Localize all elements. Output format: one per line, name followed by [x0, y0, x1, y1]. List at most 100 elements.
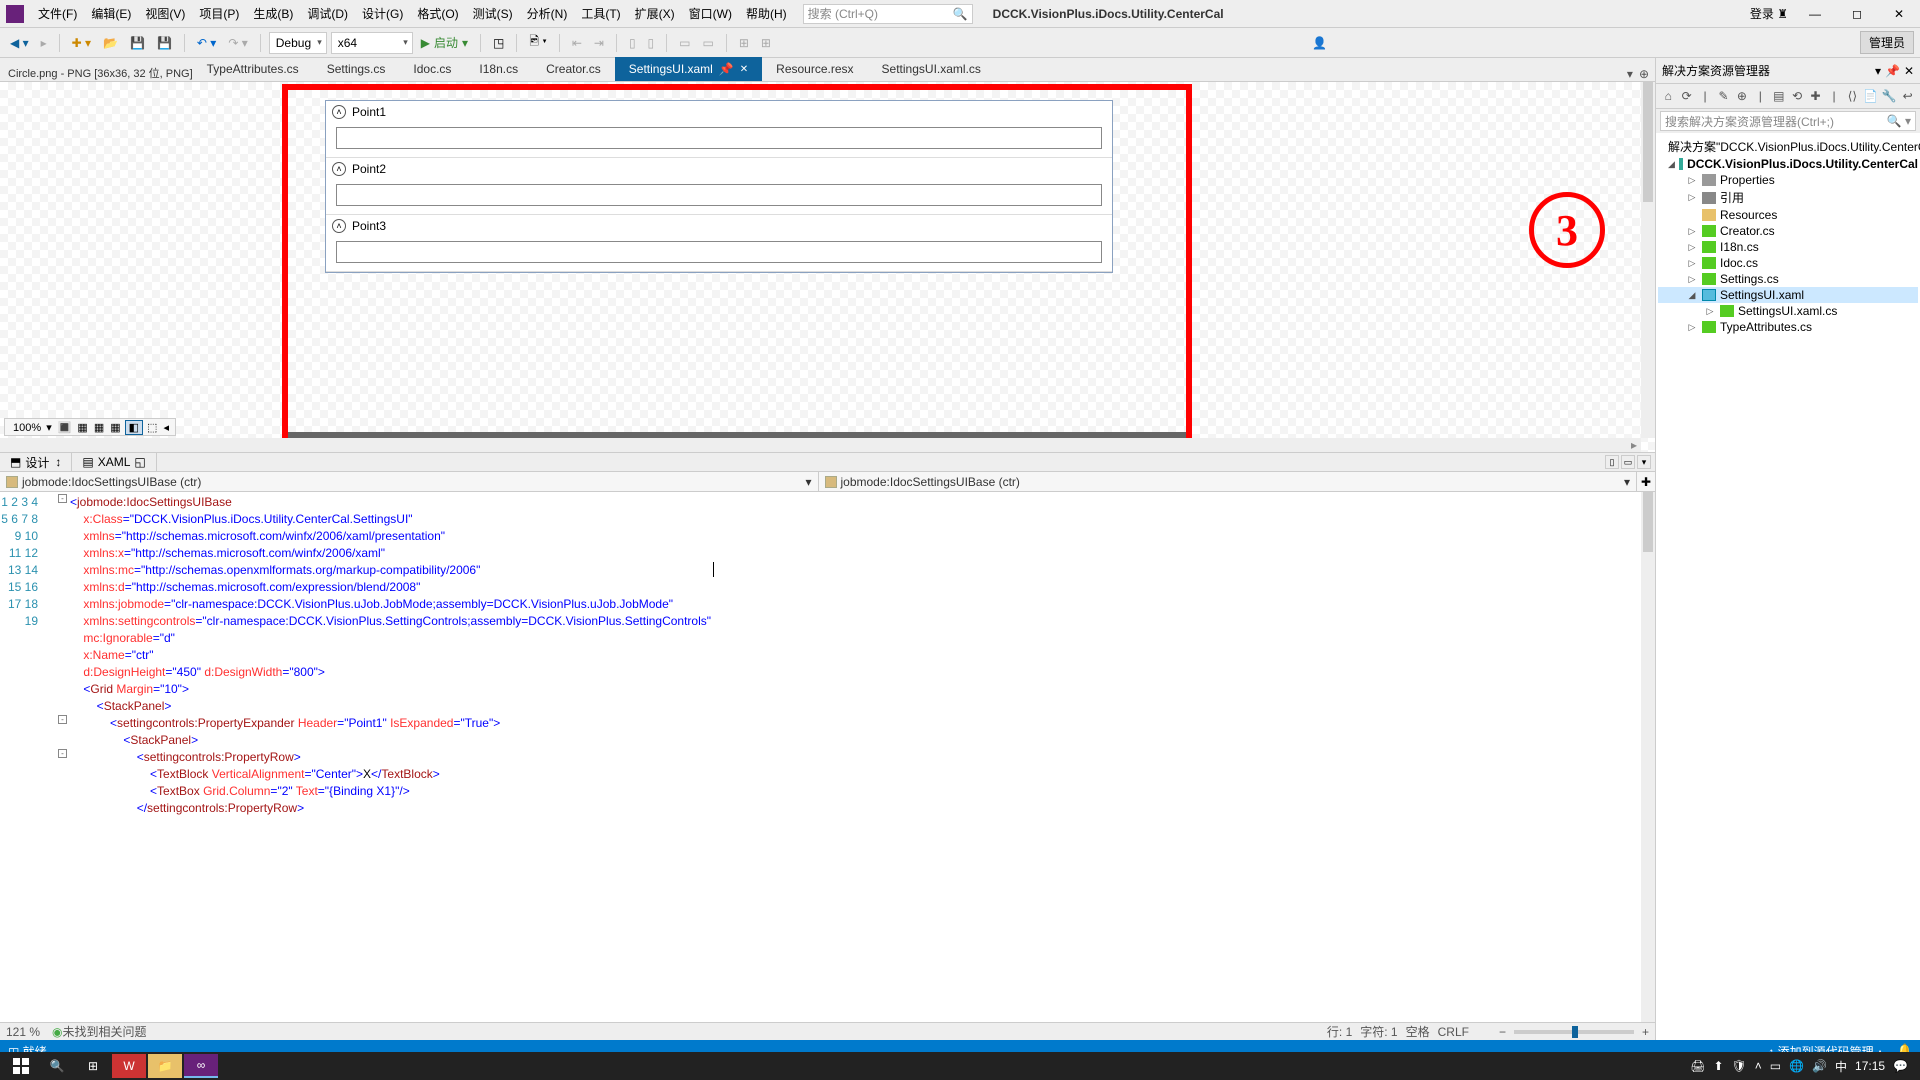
zoom-tool-3[interactable]: ▦: [92, 421, 106, 434]
tab-idoc-cs[interactable]: Idoc.cs: [399, 57, 465, 81]
tab-typeattributes[interactable]: TypeAttributes.cs: [193, 57, 313, 81]
settings-node[interactable]: Settings.cs: [1720, 272, 1779, 286]
menu-test[interactable]: 测试(S): [467, 1, 519, 26]
zoom-tool-6[interactable]: ⬚: [145, 421, 159, 434]
menu-analyze[interactable]: 分析(N): [521, 1, 574, 26]
xaml-code-editor[interactable]: 1 2 3 4 5 6 7 8 9 10 11 12 13 14 15 16 1…: [0, 492, 1655, 1022]
zoom-tool-1[interactable]: 🔳: [56, 421, 74, 434]
redo-button[interactable]: ↷ ▾: [224, 34, 251, 52]
start-debug-button[interactable]: 启动 ▾: [417, 32, 472, 53]
tab-i18n-cs[interactable]: I18n.cs: [465, 57, 532, 81]
tab-overflow-button[interactable]: ▾: [1627, 67, 1633, 81]
close-button[interactable]: ✕: [1884, 7, 1914, 21]
nav-fwd-button[interactable]: ▸: [37, 34, 51, 52]
sol-tb-6[interactable]: ⟲: [1789, 89, 1805, 103]
tab-resource-resx[interactable]: Resource.resx: [762, 57, 867, 81]
nav-right-combo[interactable]: jobmode:IdocSettingsUIBase (ctr)▾: [819, 472, 1638, 491]
taskbar-search-icon[interactable]: 🔍: [40, 1054, 74, 1078]
save-all-button[interactable]: 💾: [153, 34, 176, 52]
chevron-up-icon[interactable]: ˄: [332, 105, 346, 119]
nav-back-button[interactable]: ◀ ▾: [6, 34, 33, 52]
solution-node[interactable]: 解决方案"DCCK.VisionPlus.iDocs.Utility.Cente…: [1668, 138, 1920, 155]
nav-add-button[interactable]: ✚: [1637, 472, 1655, 491]
expand-toggle[interactable]: ◢: [1668, 159, 1675, 170]
solution-search-input[interactable]: 搜索解决方案资源管理器(Ctrl+;)🔍 ▾: [1660, 111, 1916, 131]
design-tab[interactable]: ⬒ 设计 ↕: [0, 452, 72, 473]
design-canvas[interactable]: ˄Point1 ˄Point2 ˄Point3: [325, 100, 1113, 273]
menu-debug[interactable]: 调试(D): [301, 1, 354, 26]
fold-toggle[interactable]: -: [58, 715, 67, 724]
tool-a[interactable]: ◳: [489, 34, 508, 52]
expand-toggle[interactable]: ▷: [1686, 258, 1698, 269]
swap-icon[interactable]: ↕: [55, 455, 61, 469]
config-combo[interactable]: Debug: [269, 32, 327, 54]
align-4[interactable]: ▭: [699, 34, 718, 52]
tray-up-icon[interactable]: ˄: [1755, 1059, 1762, 1073]
creator-node[interactable]: Creator.cs: [1720, 224, 1775, 238]
panel-close-icon[interactable]: ✕: [1904, 64, 1914, 78]
sol-tb-11[interactable]: ↩: [1899, 89, 1915, 103]
tray-2[interactable]: ⬆: [1713, 1059, 1723, 1073]
tray-3[interactable]: 🛡: [1732, 1059, 1747, 1073]
tray-volume-icon[interactable]: 🔊: [1812, 1059, 1827, 1073]
designer-scrollbar-v[interactable]: [1641, 82, 1655, 438]
taskbar-app-1[interactable]: W: [112, 1054, 146, 1078]
references-node[interactable]: 引用: [1720, 189, 1744, 206]
align-6[interactable]: ⊞: [757, 34, 775, 52]
fold-toggle[interactable]: -: [58, 494, 67, 503]
expand-toggle[interactable]: ▷: [1686, 242, 1698, 253]
xaml-tab[interactable]: ▤ XAML ◱: [72, 453, 156, 471]
i18n-node[interactable]: I18n.cs: [1720, 240, 1759, 254]
designer-scrollbar-h[interactable]: ▸: [0, 438, 1641, 452]
sol-tb-4[interactable]: ⊕: [1734, 89, 1750, 103]
solution-tree[interactable]: 解决方案"DCCK.VisionPlus.iDocs.Utility.Cente…: [1656, 133, 1920, 1040]
liveshare-icon[interactable]: 👤: [1308, 34, 1331, 52]
zoom-tool-5[interactable]: ◧: [125, 420, 143, 435]
save-button[interactable]: 💾: [126, 34, 149, 52]
zoom-pct[interactable]: 121 %: [6, 1025, 40, 1039]
tray-clock[interactable]: 17:15: [1855, 1059, 1885, 1073]
typeattr-node[interactable]: TypeAttributes.cs: [1720, 320, 1812, 334]
indent-in[interactable]: ⇥: [590, 34, 608, 52]
expand-toggle[interactable]: ▷: [1686, 274, 1698, 285]
point3-input[interactable]: [336, 241, 1102, 263]
indent-out[interactable]: ⇤: [568, 34, 586, 52]
tray-lang[interactable]: 中: [1835, 1058, 1847, 1075]
menu-format[interactable]: 格式(O): [411, 1, 464, 26]
sol-tb-8[interactable]: ⟨⟩: [1844, 89, 1860, 103]
expander-point3[interactable]: Point3: [352, 219, 386, 233]
no-issues[interactable]: 未找到相关问题: [63, 1023, 147, 1040]
nav-left-combo[interactable]: jobmode:IdocSettingsUIBase (ctr)▾: [0, 472, 819, 491]
split-h-icon[interactable]: ▯: [1605, 455, 1619, 469]
menu-design[interactable]: 设计(G): [356, 1, 409, 26]
sol-tb-9[interactable]: 📄: [1863, 89, 1879, 103]
point2-input[interactable]: [336, 184, 1102, 206]
tab-circle-png[interactable]: Circle.png - PNG [36x36, 32 位, PNG]: [0, 65, 193, 81]
sol-tb-2[interactable]: ⟳: [1678, 89, 1694, 103]
point1-input[interactable]: [336, 127, 1102, 149]
align-1[interactable]: ▯: [625, 34, 640, 52]
taskbar-explorer[interactable]: 📁: [148, 1054, 182, 1078]
tray-1[interactable]: 🖨: [1690, 1059, 1705, 1073]
sol-tb-7[interactable]: ✚: [1807, 89, 1823, 103]
idoc-node[interactable]: Idoc.cs: [1720, 256, 1758, 270]
code-scrollbar-v[interactable]: [1641, 492, 1655, 1022]
expand-toggle[interactable]: ◢: [1686, 290, 1698, 301]
quick-search-input[interactable]: 搜索 (Ctrl+Q) 🔍: [803, 4, 973, 24]
expand-toggle[interactable]: ▷: [1686, 322, 1698, 333]
zoom-tool-4[interactable]: ▦: [108, 421, 122, 434]
zoom-tool-7[interactable]: ◂: [161, 421, 171, 434]
align-2[interactable]: ▯: [644, 34, 659, 52]
expand-toggle[interactable]: ▷: [1686, 175, 1698, 186]
minimize-button[interactable]: —: [1800, 7, 1830, 21]
zoom-in-icon[interactable]: +: [1642, 1025, 1649, 1039]
fold-column[interactable]: - - -: [56, 492, 70, 1022]
zoom-tool-2[interactable]: ▦: [75, 421, 89, 434]
pin-icon[interactable]: 📌: [719, 62, 734, 76]
chevron-up-icon[interactable]: ˄: [332, 219, 346, 233]
chevron-up-icon[interactable]: ˄: [332, 162, 346, 176]
sol-tb-3[interactable]: ✎: [1715, 89, 1731, 103]
menu-view[interactable]: 视图(V): [139, 1, 191, 26]
tool-window-button[interactable]: ⊕: [1639, 67, 1649, 81]
menu-file[interactable]: 文件(F): [32, 1, 83, 26]
